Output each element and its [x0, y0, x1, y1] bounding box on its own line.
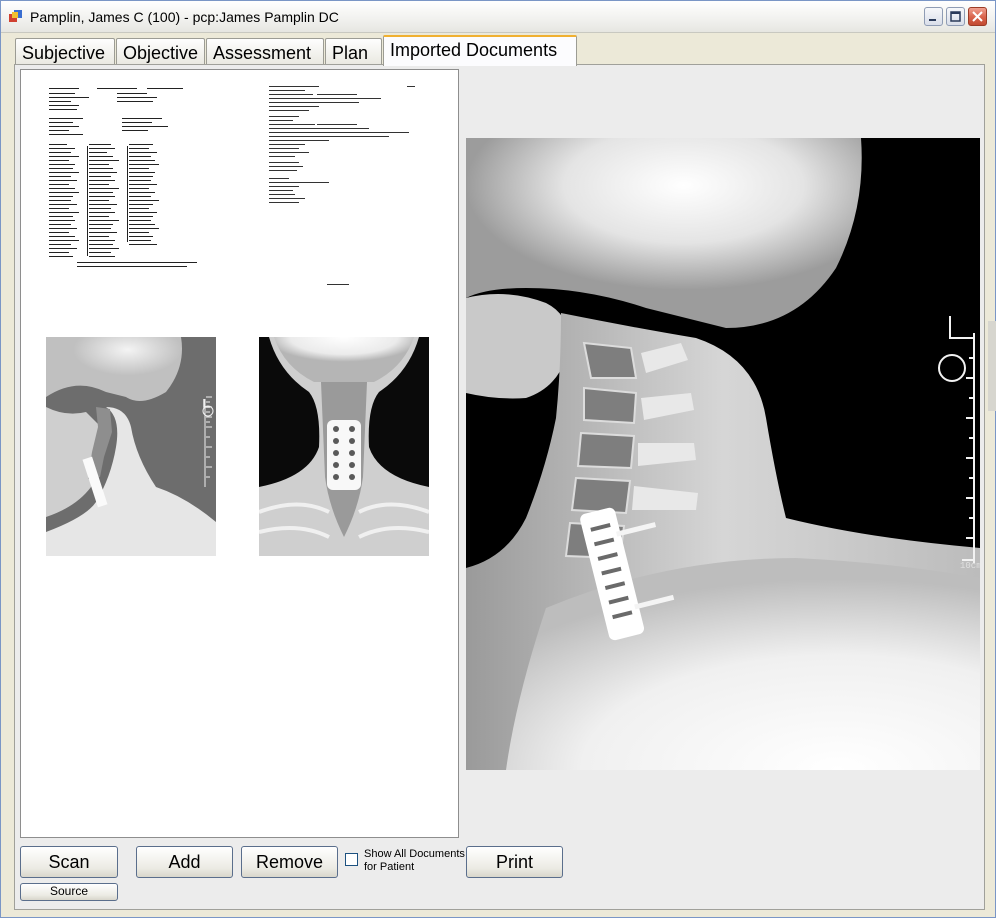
show-all-documents-label: Show All Documents for Patient: [364, 848, 465, 873]
ap-xray-thumb-image: [258, 337, 430, 556]
tab-plan[interactable]: Plan: [325, 38, 382, 65]
close-button[interactable]: [968, 7, 987, 26]
close-icon: [972, 11, 983, 22]
lateral-xray-image: 10cm: [466, 138, 980, 770]
title-bar[interactable]: Pamplin, James C (100) - pcp:James Pampl…: [1, 1, 995, 33]
report-page-image: [269, 86, 415, 285]
remove-button[interactable]: Remove: [241, 846, 338, 878]
xray-thumbnail-lateral[interactable]: [46, 337, 216, 556]
document-thumbnail-report[interactable]: [267, 84, 427, 294]
scan-button[interactable]: Scan: [20, 846, 118, 878]
app-window: Pamplin, James C (100) - pcp:James Pampl…: [0, 0, 996, 918]
lateral-xray-thumb-image: [46, 337, 216, 556]
document-preview[interactable]: 10cm: [466, 138, 980, 770]
window-title: Pamplin, James C (100) - pcp:James Pampl…: [30, 9, 339, 25]
document-thumbnail-form[interactable]: [47, 84, 207, 284]
document-thumbnail-list[interactable]: [20, 69, 459, 838]
outer-scrollbar[interactable]: [988, 321, 996, 411]
add-button[interactable]: Add: [136, 846, 233, 878]
maximize-button[interactable]: [946, 7, 965, 26]
maximize-icon: [950, 11, 961, 22]
tab-assessment[interactable]: Assessment: [206, 38, 324, 65]
form-page-image: [49, 88, 197, 267]
tab-subjective[interactable]: Subjective: [15, 38, 115, 65]
print-button[interactable]: Print: [466, 846, 563, 878]
preview-ruler-label: 10cm: [960, 561, 980, 571]
xray-thumbnail-ap[interactable]: [258, 337, 430, 556]
minimize-icon: [929, 19, 936, 21]
tab-objective[interactable]: Objective: [116, 38, 205, 65]
tab-imported-documents[interactable]: Imported Documents: [383, 35, 577, 66]
minimize-button[interactable]: [924, 7, 943, 26]
app-icon: [9, 10, 22, 22]
source-button[interactable]: Source: [20, 883, 118, 901]
tab-strip: Subjective Objective Assessment Plan Imp…: [13, 35, 983, 66]
show-all-documents-checkbox[interactable]: [345, 853, 358, 866]
